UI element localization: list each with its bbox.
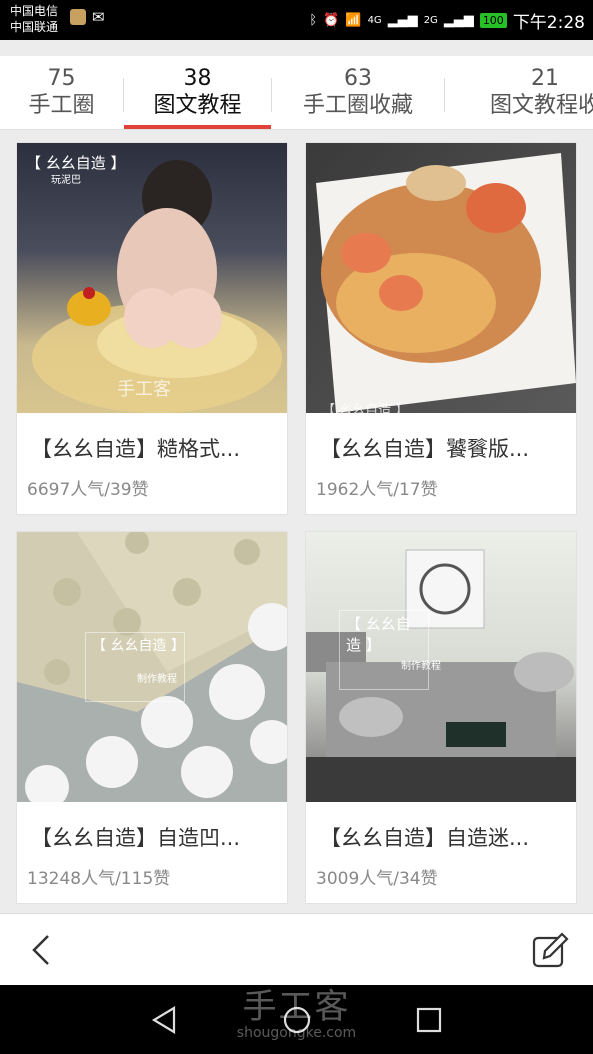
edit-icon[interactable] (530, 930, 570, 970)
image-watermark-sub: 制作教程 (401, 661, 441, 672)
signal-icon: ▂▄▆ (387, 13, 418, 28)
signal-icon-2: ▂▄▆ (443, 13, 474, 28)
system-nav-bar: 手工客 shougongke.com (0, 985, 593, 1054)
image-watermark-sub: 玩泥巴 (51, 175, 81, 186)
bluetooth-icon: ᛒ (309, 13, 318, 28)
shrimp-pasta-illustration (316, 153, 576, 413)
card-title: 【幺幺自造】自造迷... (320, 826, 530, 850)
card-image: 【 幺幺自造 】 制作教程 (306, 532, 576, 802)
card-stats: 3009人气/34赞 (316, 869, 438, 889)
clock: 下午2:28 (512, 13, 585, 33)
carrier-2: 中国联通 (10, 20, 59, 34)
tab-tutorial-favorites[interactable]: 21 图文教程收 (445, 56, 593, 129)
card-image: 【 幺幺自造 】 (306, 143, 576, 413)
carrier-1: 中国电信 (10, 4, 59, 18)
wechat-icon: ✉ (92, 8, 105, 26)
network-4g: 4G (367, 15, 382, 26)
tutorial-card[interactable]: 【 幺幺自造 】 【幺幺自造】饕餮版... 1962人气/17赞 (305, 142, 577, 515)
status-bar: 中国电信 中国联通 ✉ ᛒ ⏰ 📶 4G ▂▄▆ 2G ▂▄▆ 100 下午2:… (0, 0, 593, 40)
tab-tutorials[interactable]: 38 图文教程 (124, 56, 271, 129)
wifi-icon: 📶 (345, 13, 362, 28)
image-watermark: 【 幺幺自造 】 (339, 610, 429, 690)
card-stats: 13248人气/115赞 (27, 869, 171, 889)
tab-label: 图文教程收 (489, 93, 593, 118)
tab-label: 手工圈收藏 (302, 93, 413, 118)
watermark-text: 【 幺幺自造 】 (346, 615, 411, 654)
tab-label: 图文教程 (153, 93, 242, 118)
brand-url-watermark: shougongke.com (236, 1025, 357, 1041)
battery-indicator: 100 (479, 13, 507, 28)
tab-count: 38 (183, 66, 212, 91)
tab-circle-favorites[interactable]: 63 手工圈收藏 (272, 56, 444, 129)
image-watermark: 【 幺幺自造 】 (322, 403, 409, 413)
alarm-icon: ⏰ (323, 13, 340, 28)
tab-count: 21 (531, 66, 559, 91)
carrier-info: 中国电信 中国联通 (10, 3, 58, 35)
tutorial-card[interactable]: 【 幺幺自造 】 制作教程 【幺幺自造】自造凹... 13248人气/115赞 (16, 531, 288, 904)
network-2g: 2G (423, 15, 438, 26)
card-title: 【幺幺自造】自造凹... (31, 826, 241, 850)
back-icon[interactable] (24, 930, 64, 970)
app-notification-icon (70, 9, 86, 25)
bottom-action-bar (0, 913, 593, 985)
profile-tabs: 75 手工圈 38 图文教程 63 手工圈收藏 21 图文教程收 (0, 56, 593, 130)
tab-count: 75 (47, 66, 76, 91)
site-watermark: 手工客 (117, 379, 171, 400)
tutorial-card[interactable]: 【 幺幺自造 】 玩泥巴 手工客 【幺幺自造】糙格式... 6697人气/39赞 (16, 142, 288, 515)
watermark-text: 【 幺幺自造 】 (92, 638, 185, 654)
image-watermark: 【 幺幺自造 】 (85, 632, 185, 702)
card-title: 【幺幺自造】饕餮版... (320, 437, 530, 461)
tab-label: 手工圈 (28, 93, 95, 118)
tutorial-card[interactable]: 【 幺幺自造 】 制作教程 【幺幺自造】自造迷... 3009人气/34赞 (305, 531, 577, 904)
status-icons: ᛒ ⏰ 📶 4G ▂▄▆ 2G ▂▄▆ 100 下午2:28 (309, 8, 585, 33)
brand-watermark: 手工客 (242, 987, 351, 1027)
card-title: 【幺幺自造】糙格式... (31, 437, 241, 461)
card-image: 【 幺幺自造 】 玩泥巴 手工客 (17, 143, 287, 413)
card-image: 【 幺幺自造 】 制作教程 (17, 532, 287, 802)
card-stats: 1962人气/17赞 (316, 480, 438, 500)
card-stats: 6697人气/39赞 (27, 480, 149, 500)
image-watermark-sub: 制作教程 (137, 674, 177, 685)
tab-count: 63 (344, 66, 372, 91)
tab-handcraft-circle[interactable]: 75 手工圈 (0, 56, 123, 129)
